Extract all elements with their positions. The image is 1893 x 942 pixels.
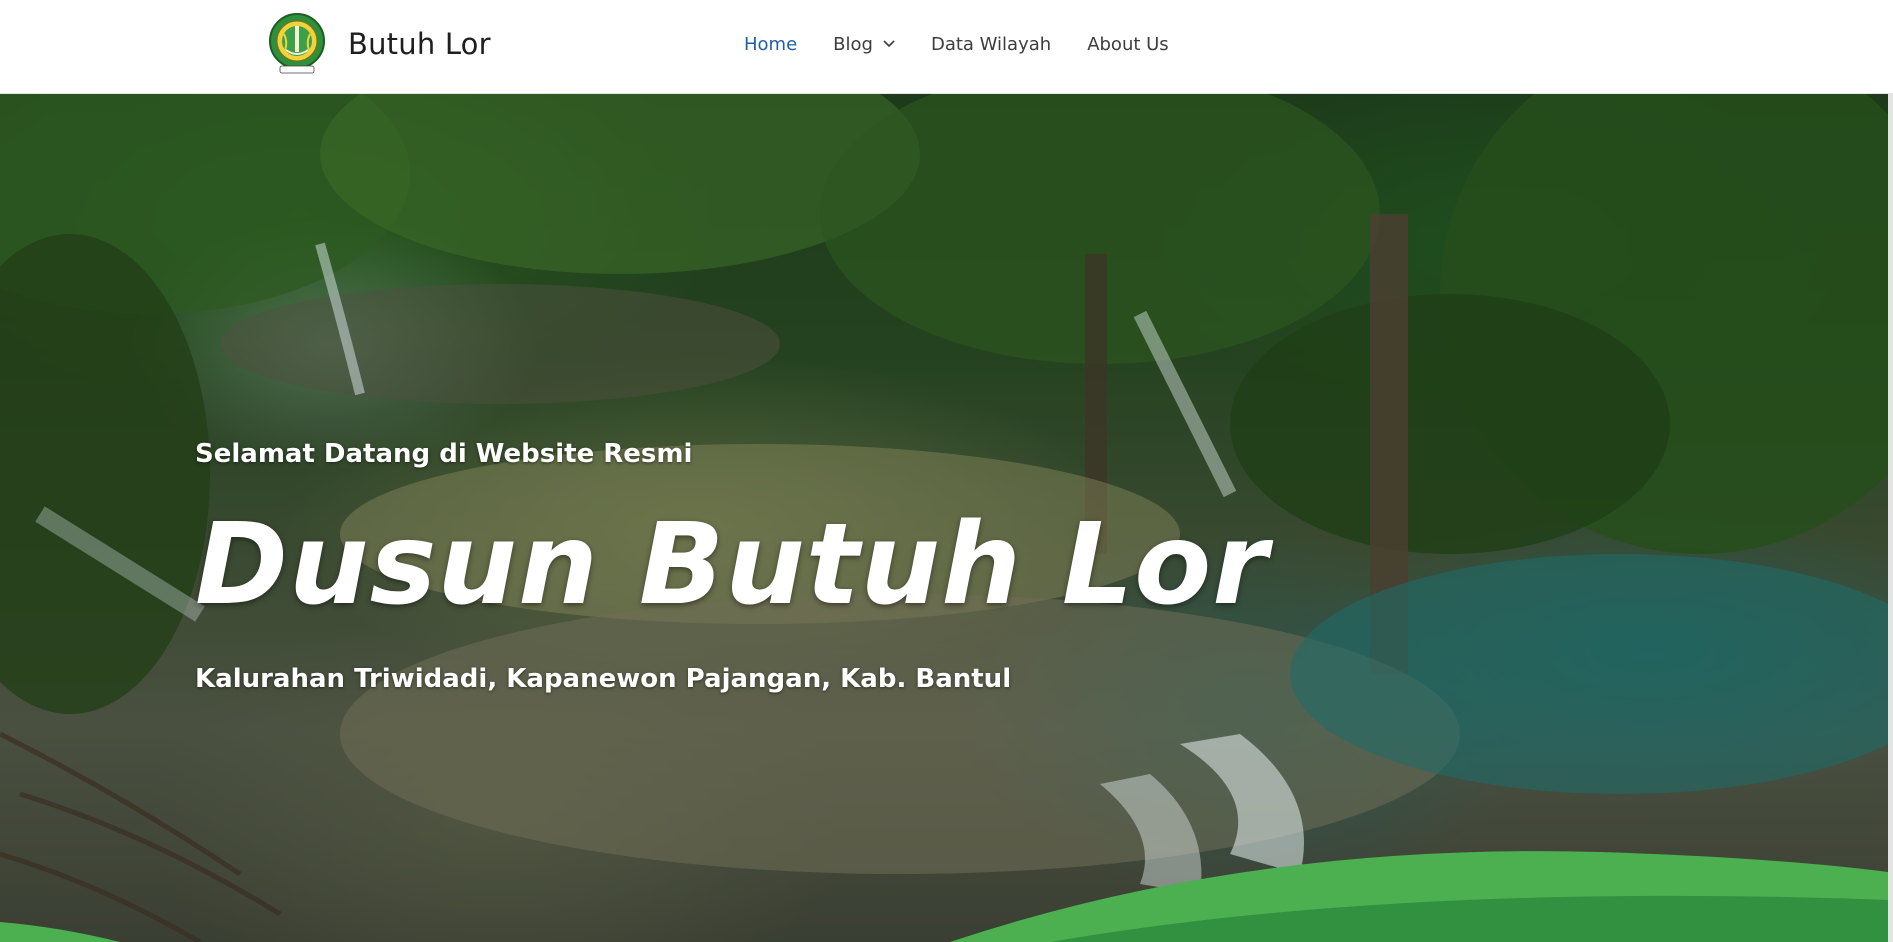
nav-item-blog[interactable]: Blog	[833, 34, 895, 55]
hero-title: Dusun Butuh Lor	[195, 500, 1269, 630]
site-brand-link[interactable]: Butuh Lor	[268, 12, 491, 76]
hero-section: Selamat Datang di Website Resmi Dusun Bu…	[0, 94, 1888, 942]
nav-item-label: Home	[744, 33, 798, 55]
site-name: Butuh Lor	[348, 27, 491, 61]
hero-wave-divider	[0, 851, 1888, 942]
nav-item-label: About Us	[1087, 33, 1169, 55]
nav-item-home[interactable]: Home	[744, 34, 797, 55]
nav-item-about-us[interactable]: About Us	[1087, 34, 1169, 55]
nav-item-label: Blog	[833, 33, 873, 55]
nav-item-label: Data Wilayah	[930, 33, 1052, 55]
site-header: Butuh Lor Home Blog Data Wilayah About U…	[0, 0, 1893, 94]
village-emblem-logo	[269, 13, 325, 74]
hero-welcome-text: Selamat Datang di Website Resmi	[195, 439, 693, 469]
page: Butuh Lor Home Blog Data Wilayah About U…	[0, 0, 1893, 942]
nav-item-data-wilayah[interactable]: Data Wilayah	[931, 34, 1051, 55]
vertical-scrollbar[interactable]	[1888, 0, 1893, 942]
chevron-down-icon	[883, 40, 895, 48]
main-nav: Home Blog Data Wilayah About Us	[744, 26, 1205, 62]
hero-subtitle: Kalurahan Triwidadi, Kapanewon Pajangan,…	[195, 664, 1012, 694]
